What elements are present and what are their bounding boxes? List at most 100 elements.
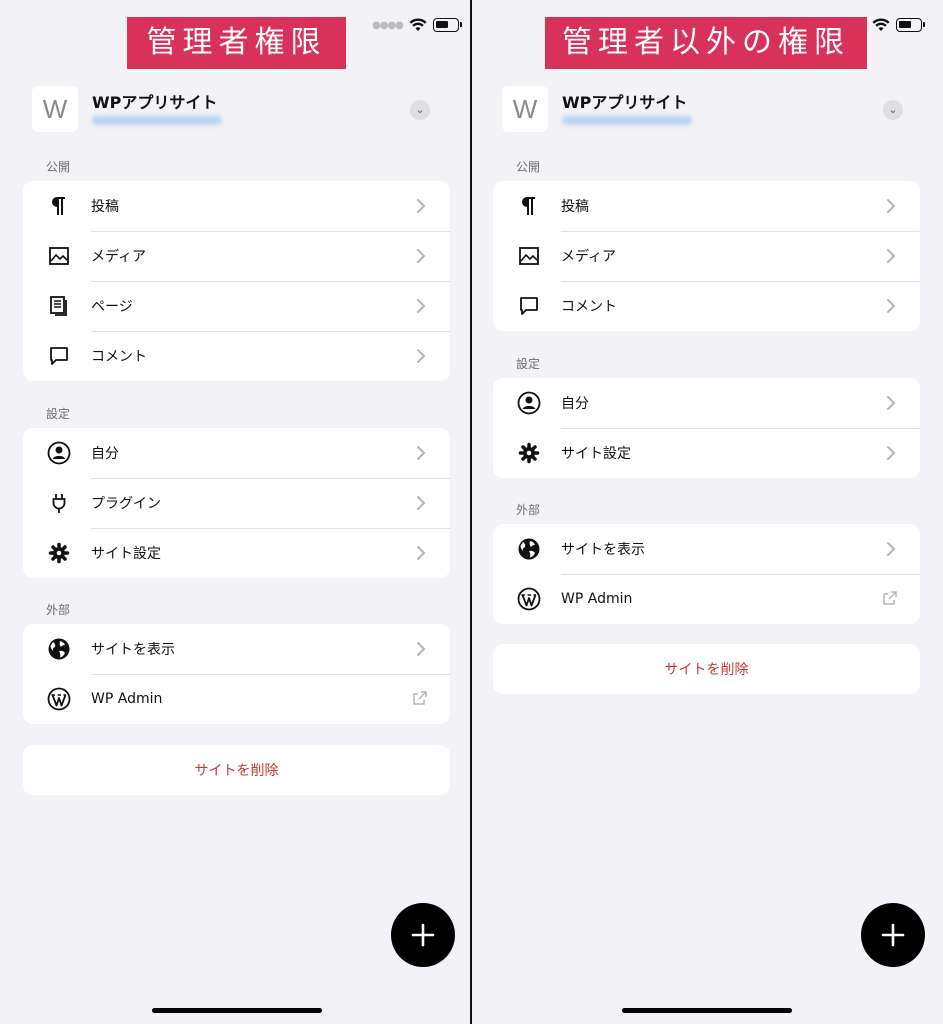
publish-card: 投稿 メディア ページ コメント [23,181,450,381]
menu-item-comments[interactable]: コメント [493,281,920,331]
menu-item-label: WP Admin [91,691,163,707]
menu-item-label: 投稿 [91,199,119,215]
section-label-publish: 公開 [516,160,541,174]
menu-item-plugins[interactable]: プラグイン [23,478,450,528]
section-label-settings: 設定 [46,407,71,421]
menu-item-posts[interactable]: 投稿 [23,181,450,231]
site-header[interactable]: W WPアプリサイト ⌄ [502,86,911,134]
menu-item-label: コメント [561,299,617,315]
gear-icon [46,540,72,566]
chevron-down-icon[interactable]: ⌄ [883,100,903,120]
menu-item-label: ページ [91,299,133,315]
section-label-settings: 設定 [516,357,541,371]
globe-icon [516,536,542,562]
settings-card: 自分 サイト設定 [493,378,920,478]
status-bar: ●●●● [372,18,462,32]
site-icon: W [502,86,548,132]
site-title: WPアプリサイト [562,93,688,112]
non-admin-banner: 管理者以外の権限 [545,17,867,69]
menu-item-site-settings[interactable]: サイト設定 [23,528,450,578]
section-label-external: 外部 [46,603,71,617]
chevron-right-icon [417,299,426,313]
site-icon: W [32,86,78,132]
menu-item-posts[interactable]: 投稿 [493,181,920,231]
menu-item-media[interactable]: メディア [493,231,920,281]
site-header[interactable]: W WPアプリサイト ⌄ [32,86,438,134]
menu-item-me[interactable]: 自分 [493,378,920,428]
menu-item-site-settings[interactable]: サイト設定 [493,428,920,478]
menu-item-label: サイトを表示 [91,642,175,658]
plus-icon [881,923,905,947]
delete-site-button[interactable]: サイトを削除 [493,644,920,694]
menu-item-view-site[interactable]: サイトを表示 [23,624,450,674]
menu-item-label: サイト設定 [91,546,161,562]
delete-site-label: サイトを削除 [194,763,279,779]
comparison-screenshot: 管理者権限 ●●●● W WPアプリサイト ⌄ 公開 投稿 メディア ページ コ… [0,0,943,1024]
chevron-right-icon [887,396,896,410]
home-indicator[interactable] [622,1008,792,1013]
delete-site-button[interactable]: サイトを削除 [23,745,450,795]
menu-item-label: 自分 [91,446,119,462]
signal-icon: ●●●● [372,19,404,31]
chevron-right-icon [417,199,426,213]
chevron-right-icon [887,542,896,556]
menu-item-pages[interactable]: ページ [23,281,450,331]
menu-item-me[interactable]: 自分 [23,428,450,478]
menu-item-label: サイトを表示 [561,542,645,558]
chevron-right-icon [887,446,896,460]
menu-item-wp-admin[interactable]: WP Admin [493,574,920,624]
external-link-icon [413,691,427,705]
menu-item-label: WP Admin [561,591,633,607]
wordpress-icon [46,686,72,712]
menu-item-label: メディア [91,249,147,265]
chevron-right-icon [417,249,426,263]
chevron-right-icon [417,349,426,363]
pilcrow-icon [516,193,542,219]
gear-icon [516,440,542,466]
delete-site-label: サイトを削除 [664,662,749,678]
external-card: サイトを表示 WP Admin [23,624,450,724]
plugin-icon [46,490,72,516]
battery-icon [432,18,462,32]
site-url-blurred [92,116,222,125]
non-admin-panel: 管理者以外の権限 W WPアプリサイト ⌄ 公開 投稿 メディア コメント 設定… [472,0,943,1024]
menu-item-label: サイト設定 [561,446,631,462]
external-link-icon [883,591,897,605]
settings-card: 自分 プラグイン サイト設定 [23,428,450,578]
comment-icon [516,293,542,319]
image-icon [516,243,542,269]
section-label-publish: 公開 [46,160,71,174]
admin-banner: 管理者権限 [127,17,346,69]
menu-item-label: 自分 [561,396,589,412]
wifi-icon [409,18,427,31]
menu-item-comments[interactable]: コメント [23,331,450,381]
user-icon [516,390,542,416]
add-button[interactable] [391,903,455,967]
site-url-blurred [562,116,692,125]
chevron-right-icon [417,446,426,460]
chevron-right-icon [887,199,896,213]
user-icon [46,440,72,466]
home-indicator[interactable] [152,1008,322,1013]
chevron-right-icon [417,496,426,510]
battery-icon [896,18,925,32]
plus-icon [411,923,435,947]
chevron-right-icon [887,249,896,263]
comment-icon [46,343,72,369]
globe-icon [46,636,72,662]
chevron-right-icon [417,546,426,560]
pages-icon [46,293,72,319]
admin-panel: 管理者権限 ●●●● W WPアプリサイト ⌄ 公開 投稿 メディア ページ コ… [0,0,470,1024]
chevron-down-icon[interactable]: ⌄ [410,100,430,120]
site-title: WPアプリサイト [92,93,218,112]
menu-item-wp-admin[interactable]: WP Admin [23,674,450,724]
menu-item-label: 投稿 [561,199,589,215]
menu-item-label: メディア [561,249,617,265]
menu-item-view-site[interactable]: サイトを表示 [493,524,920,574]
wifi-icon [872,18,890,31]
external-card: サイトを表示 WP Admin [493,524,920,624]
image-icon [46,243,72,269]
add-button[interactable] [861,903,925,967]
menu-item-media[interactable]: メディア [23,231,450,281]
pilcrow-icon [46,193,72,219]
